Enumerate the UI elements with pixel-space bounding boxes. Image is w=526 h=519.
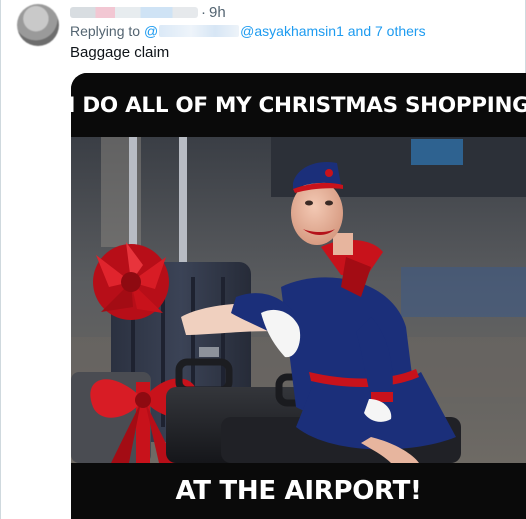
timestamp[interactable]: 9h	[209, 4, 226, 21]
replying-to-line: Replying to @ @asyakhamsin1 and 7 others	[70, 23, 426, 39]
replying-to-label: Replying to	[70, 23, 141, 39]
suitcase-handle	[179, 137, 187, 267]
blurred-mention[interactable]	[159, 25, 240, 37]
avatar[interactable]	[17, 4, 59, 46]
mention-handle[interactable]: @asyakhamsin1	[240, 23, 344, 39]
meme-top-caption: I DO ALL OF MY CHRISTMAS SHOPPING	[71, 73, 526, 137]
time-separator: ·	[201, 3, 206, 21]
mention-others[interactable]: and 7 others	[348, 23, 426, 39]
meme-photo	[71, 137, 526, 463]
background-bag	[401, 267, 526, 317]
tweet-header: · 9h	[70, 2, 226, 22]
suitcase-lock	[199, 347, 219, 357]
blurred-author-name[interactable]	[70, 6, 198, 18]
tweet-text: Baggage claim	[70, 44, 170, 61]
tweet-border-left	[0, 0, 1, 519]
meme-bottom-caption: AT THE AIRPORT!	[71, 463, 526, 519]
mention-at-sign[interactable]: @	[144, 23, 158, 39]
meme-image[interactable]: I DO ALL OF MY CHRISTMAS SHOPPING AT THE…	[71, 73, 526, 519]
background-screen	[411, 139, 463, 165]
